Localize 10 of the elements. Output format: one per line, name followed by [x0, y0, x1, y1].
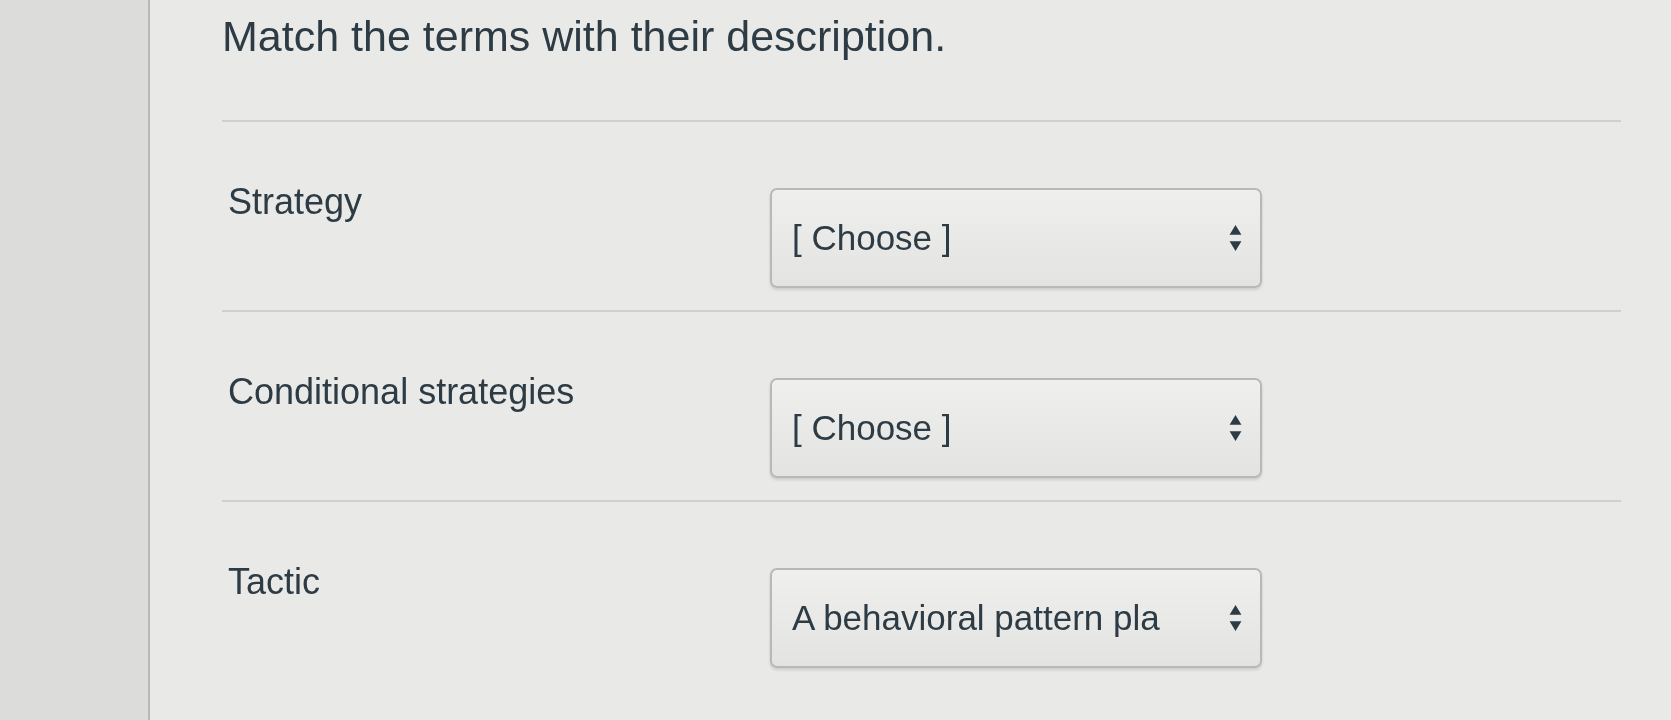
- term-label: Tactic: [228, 560, 322, 604]
- answer-dropdown[interactable]: A behavioral pattern pla: [770, 568, 1262, 668]
- answer-dropdown[interactable]: [ Choose ]: [770, 378, 1262, 478]
- term-label: Strategy: [228, 180, 364, 224]
- answer-dropdown[interactable]: [ Choose ]: [770, 188, 1262, 288]
- term-label: Conditional strategies: [228, 370, 576, 414]
- up-down-arrow-icon: [1229, 604, 1242, 632]
- up-down-arrow-icon: [1229, 224, 1242, 252]
- up-down-arrow-icon: [1229, 414, 1242, 442]
- question-title: Match the terms with their description.: [222, 11, 948, 62]
